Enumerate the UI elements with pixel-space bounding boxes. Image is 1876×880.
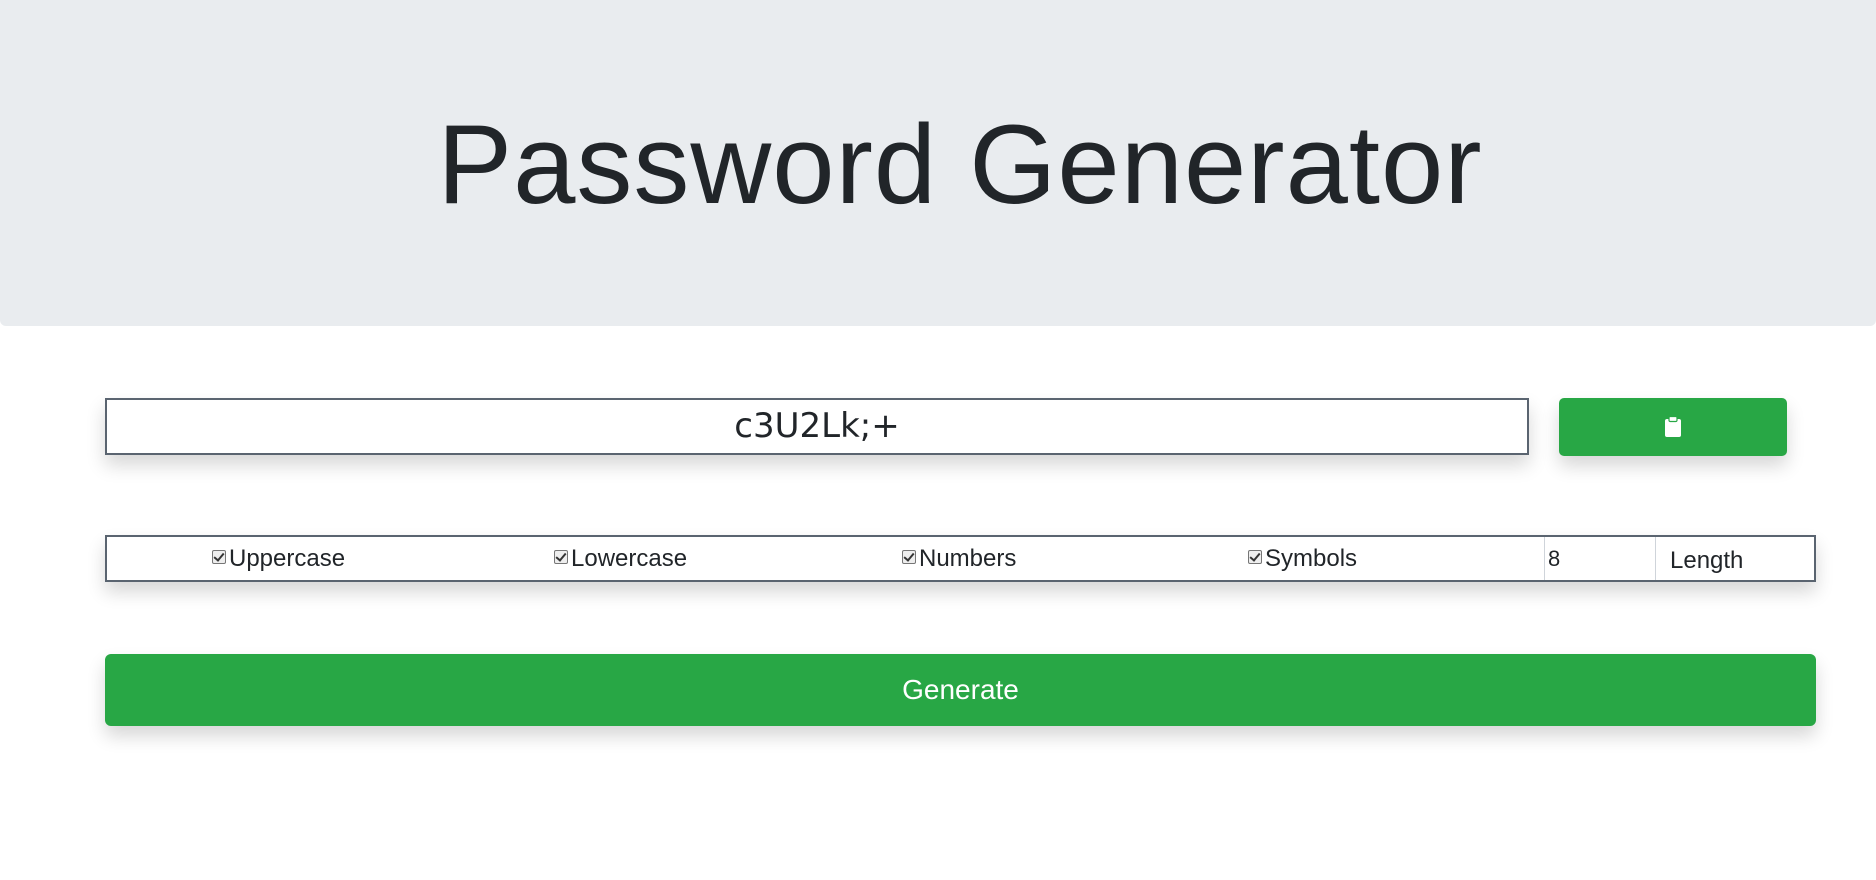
password-output-field[interactable]: c3U2Lk;+: [105, 398, 1529, 455]
symbols-label: Symbols: [1265, 545, 1358, 572]
copy-button[interactable]: [1559, 398, 1787, 456]
option-lowercase[interactable]: Lowercase: [554, 545, 687, 573]
option-symbols[interactable]: Symbols: [1248, 545, 1357, 573]
clipboard-icon: [1665, 416, 1681, 437]
length-input[interactable]: 8: [1544, 537, 1656, 580]
uppercase-checkbox[interactable]: [212, 550, 226, 564]
numbers-label: Numbers: [919, 545, 1017, 572]
symbols-checkbox[interactable]: [1248, 550, 1262, 564]
header-banner: Password Generator: [0, 0, 1876, 326]
numbers-checkbox[interactable]: [902, 550, 916, 564]
option-uppercase[interactable]: Uppercase: [212, 545, 345, 573]
page-title: Password Generator: [437, 102, 1483, 227]
lowercase-checkbox[interactable]: [554, 550, 568, 564]
generate-button[interactable]: Generate: [105, 654, 1816, 726]
length-label: Length: [1670, 547, 1744, 574]
lowercase-label: Lowercase: [571, 545, 688, 572]
uppercase-label: Uppercase: [229, 545, 346, 572]
option-numbers[interactable]: Numbers: [902, 545, 1016, 573]
options-bar: Uppercase Lowercase Numbers Symbols 8 Le…: [105, 535, 1816, 582]
